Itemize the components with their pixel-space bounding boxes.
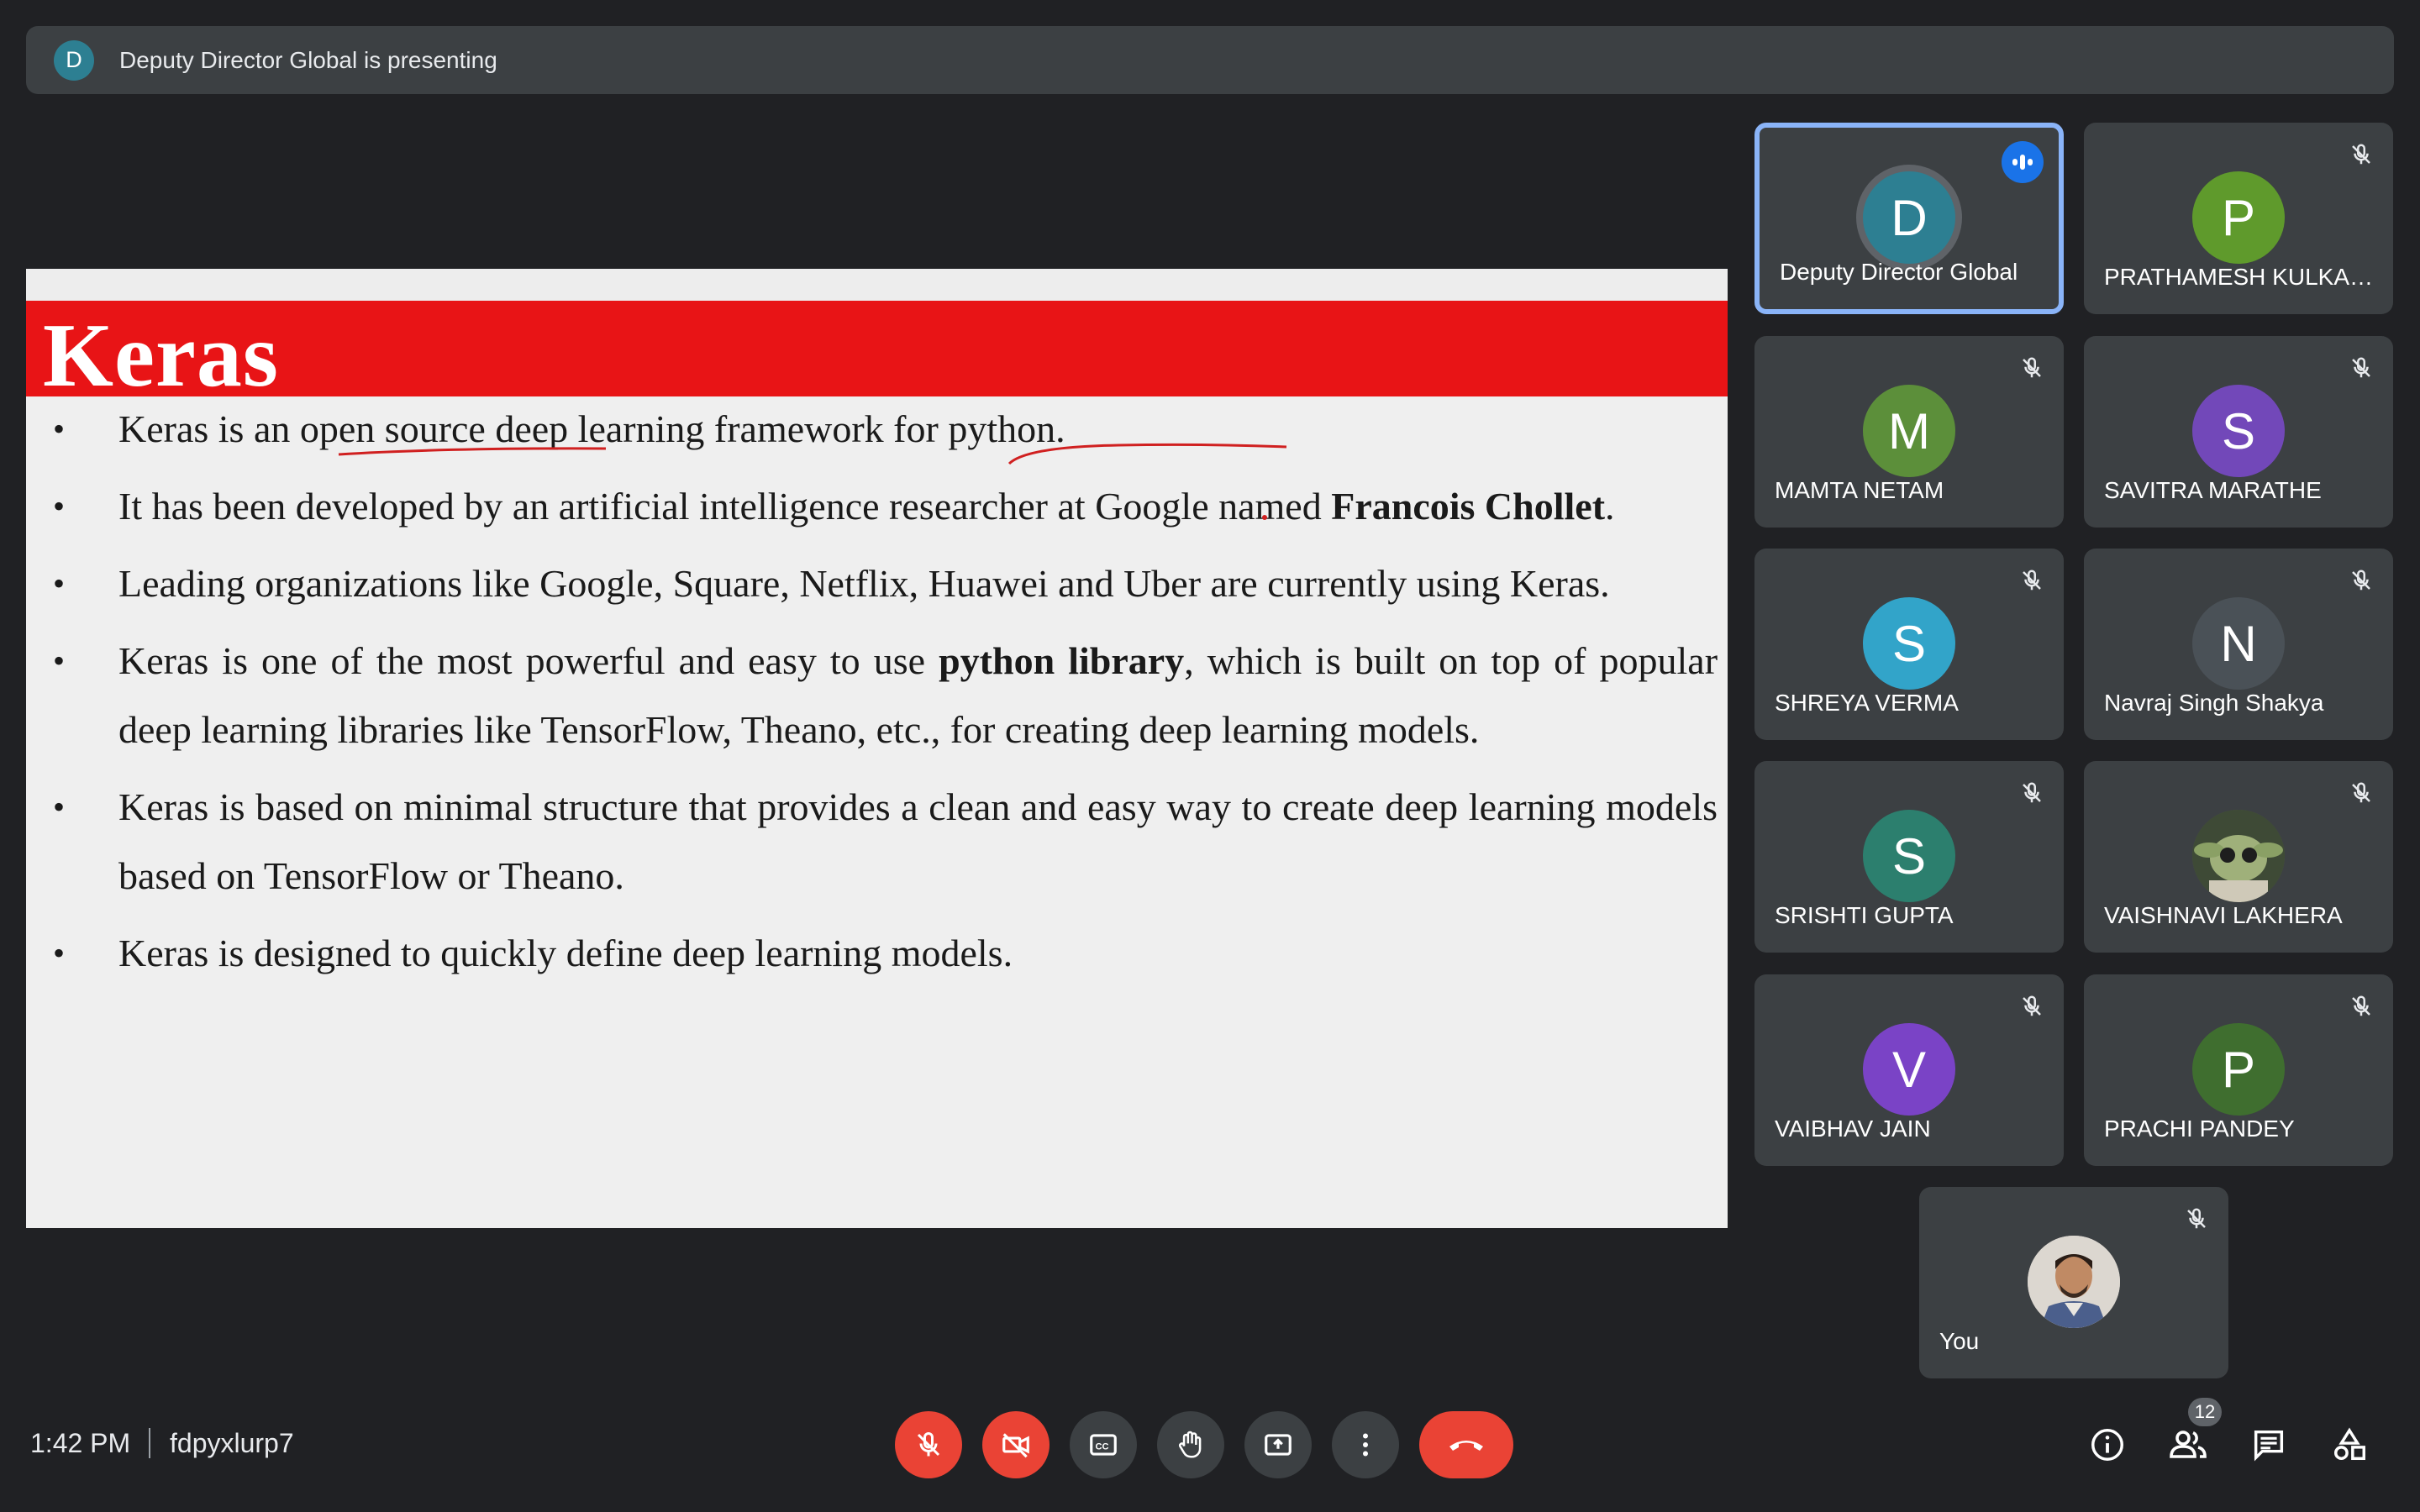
mic-off-icon [2344,990,2378,1023]
camera-off-icon [1002,1433,1029,1458]
participant-name: SAVITRA MARATHE [2104,477,2322,503]
slide-bullet-list: Keras is an open source deep learning fr… [26,395,1728,988]
camera-toggle-button[interactable] [982,1411,1050,1478]
mic-off-icon [2344,564,2378,597]
slide-title-bar: Keras [26,301,1728,406]
bullet-3: Leading organizations like Google, Squar… [26,549,1728,618]
hang-up-icon [1449,1441,1483,1451]
participant-tile[interactable]: VAISHNAVI LAKHERA [2084,761,2393,953]
meeting-details-button[interactable] [2082,1420,2133,1470]
bold-name: Francois Chollet [1331,485,1606,528]
mic-off-icon [917,1431,940,1457]
participant-name: VAIBHAV JAIN [1775,1116,1931,1142]
chat-button[interactable] [2244,1420,2294,1470]
leave-call-button[interactable] [1419,1411,1513,1478]
meeting-code[interactable]: fdpyxlurp7 [170,1428,294,1459]
slide-title: Keras [43,306,279,406]
mic-off-icon [2015,776,2049,810]
present-icon [1265,1434,1292,1456]
people-icon [2170,1431,2207,1458]
mic-off-icon [2015,564,2049,597]
presenter-avatar: D [54,39,94,81]
participant-photo-avatar [2192,810,2285,902]
raise-hand-button[interactable] [1157,1411,1224,1478]
participant-avatar: N [2192,597,2285,690]
presenting-banner[interactable]: D Deputy Director Global is presenting [26,26,2394,94]
participant-avatar: D [1863,171,1955,264]
speaking-indicator-icon [2002,141,2044,183]
present-screen-button[interactable] [1244,1411,1312,1478]
closed-captions-icon: CC [1090,1434,1117,1456]
participant-name: Deputy Director Global [1780,259,2018,285]
activities-button[interactable] [2324,1420,2375,1470]
shared-screen-slide: Keras Keras is an open source deep learn… [26,269,1728,1228]
mic-off-icon [2180,1202,2213,1236]
participant-name: SRISHTI GUPTA [1775,902,1954,928]
svg-text:CC: CC [1096,1442,1109,1452]
participant-tile[interactable]: N Navraj Singh Shakya [2084,549,2393,740]
more-options-button[interactable] [1332,1411,1399,1478]
participant-tile[interactable]: S SAVITRA MARATHE [2084,336,2393,528]
mic-off-icon [2015,990,2049,1023]
mic-off-icon [2344,776,2378,810]
participant-name: SHREYA VERMA [1775,690,1959,716]
divider [149,1428,150,1458]
meeting-time: 1:42 PM [30,1428,131,1458]
participant-tile[interactable]: S SHREYA VERMA [1754,549,2064,740]
participant-name: VAISHNAVI LAKHERA [2104,902,2343,928]
participant-avatar: P [2192,1023,2285,1116]
participant-name: MAMTA NETAM [1775,477,1944,503]
participant-name: You [1939,1328,1980,1354]
participant-avatar: V [1863,1023,1955,1116]
participant-tile[interactable]: S SRISHTI GUPTA [1754,761,2064,953]
participant-tile[interactable]: M MAMTA NETAM [1754,336,2064,528]
mic-off-icon [2344,351,2378,385]
bullet-6: Keras is designed to quickly define deep… [26,919,1728,988]
self-view-tile[interactable]: You [1919,1187,2228,1378]
participant-avatar: M [1863,385,1955,477]
participant-tile-deputy-director[interactable]: D Deputy Director Global [1754,123,2064,314]
self-photo-avatar [2028,1236,2120,1328]
bullet-4: Keras is one of the most powerful and ea… [26,627,1728,764]
participant-tile[interactable]: P PRACHI PANDEY [2084,974,2393,1166]
mic-off-icon [2015,351,2049,385]
chat-icon [2254,1430,2284,1462]
participant-name: Navraj Singh Shakya [2104,690,2324,716]
people-button[interactable] [2163,1420,2213,1470]
participant-avatar: S [1863,597,1955,690]
participant-tile[interactable]: P PRATHAMESH KULKAR... [2084,123,2393,314]
bullet-5: Keras is based on minimal structure that… [26,773,1728,911]
more-vert-icon [1363,1433,1368,1457]
activities-shapes-icon [2333,1427,2365,1461]
participant-avatar: S [2192,385,2285,477]
participant-avatar: S [1863,810,1955,902]
info-icon [2091,1429,2123,1461]
bullet-2: It has been developed by an artificial i… [26,472,1728,541]
bold-library: python library [939,639,1185,682]
participant-tile[interactable]: V VAIBHAV JAIN [1754,974,2064,1166]
participant-name: PRACHI PANDEY [2104,1116,2295,1142]
participant-avatar: P [2192,171,2285,264]
slide-top-strip [26,269,1728,301]
mic-toggle-button[interactable] [895,1411,962,1478]
captions-button[interactable]: CC [1070,1411,1137,1478]
mic-off-icon [2344,138,2378,171]
presenting-text: Deputy Director Global is presenting [119,46,497,73]
hand-icon [1179,1431,1202,1458]
participant-name: PRATHAMESH KULKAR... [2104,264,2378,290]
people-count-badge: 12 [2188,1398,2222,1426]
bullet-1: Keras is an open source deep learning fr… [26,395,1728,464]
